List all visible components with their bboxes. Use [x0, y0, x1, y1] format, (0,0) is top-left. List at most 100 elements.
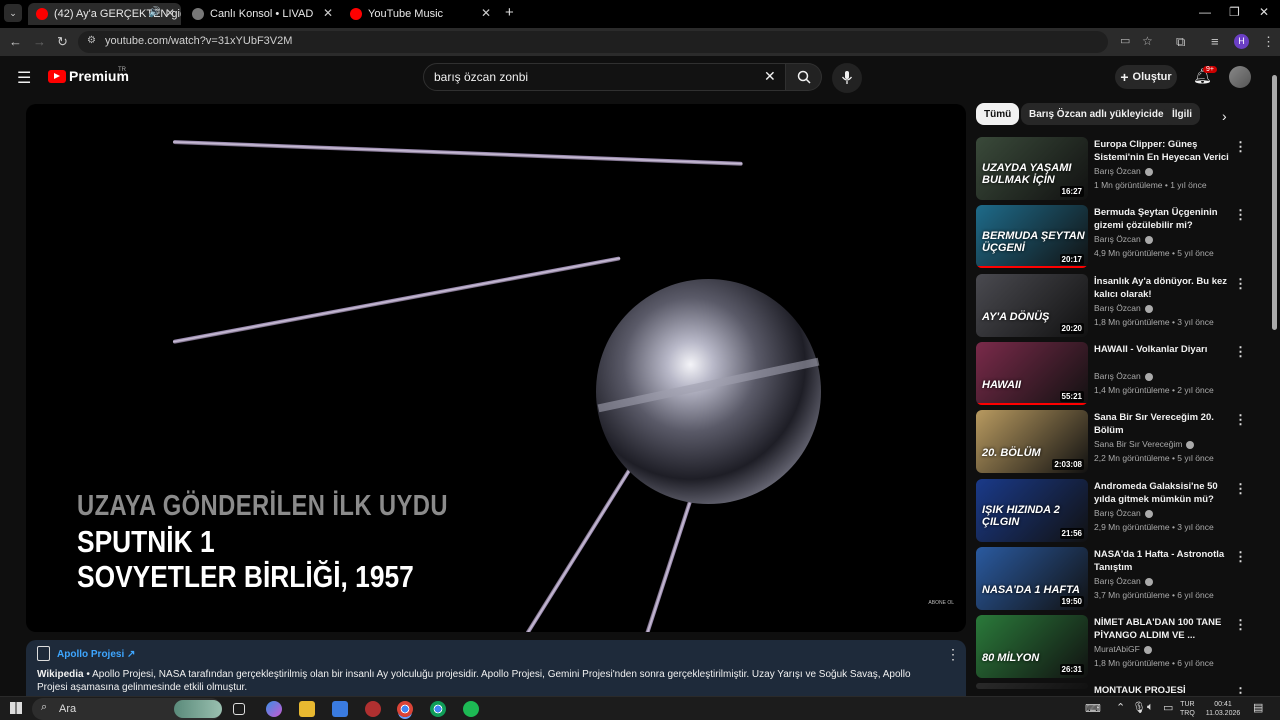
- speaker-icon[interactable]: 🔊: [149, 7, 161, 18]
- recommendation-item[interactable]: UZAYDA YAŞAMI BULMAK İÇİN 16:27 Europa Cli…: [976, 137, 1247, 201]
- chrome-icon[interactable]: [397, 701, 413, 717]
- keyboard-icon[interactable]: ⌨: [1085, 702, 1101, 715]
- recommendation-item[interactable]: IŞIK HIZINDA 2 ÇILGIN 21:56 Andromeda Gala…: [976, 479, 1247, 543]
- recommendation-item[interactable]: MONTAUK PROJESİ ⋮: [976, 683, 1247, 700]
- voice-search-button[interactable]: [832, 63, 862, 93]
- info-panel-title[interactable]: Apollo Projesi ↗: [57, 649, 135, 660]
- browser-menu-icon[interactable]: ⋮: [1262, 34, 1275, 50]
- task-view-icon[interactable]: [233, 703, 245, 715]
- video-thumbnail[interactable]: IŞIK HIZINDA 2 ÇILGIN 21:56: [976, 479, 1088, 542]
- recommendation-channel[interactable]: MuratAbiGF: [1094, 644, 1152, 654]
- reload-icon[interactable]: ↻: [57, 34, 68, 50]
- tray-chevron-icon[interactable]: ⌃: [1116, 701, 1125, 714]
- recommendation-channel[interactable]: Barış Özcan: [1094, 576, 1153, 586]
- video-thumbnail[interactable]: UZAYDA YAŞAMI BULMAK İÇİN 16:27: [976, 137, 1088, 200]
- minimize-icon[interactable]: —: [1199, 5, 1211, 19]
- tab-youtube-video[interactable]: (42) Ay'a GERÇEKTEN gidildi 🔊 ✕: [28, 3, 181, 25]
- spotify-icon[interactable]: [463, 701, 479, 717]
- recommendation-item[interactable]: HAWAII 55:21 HAWAII - Volkanlar Diyarı Barı…: [976, 342, 1247, 406]
- scrollbar-thumb[interactable]: [1272, 75, 1277, 330]
- more-actions-icon[interactable]: ⋮: [1234, 617, 1247, 633]
- video-thumbnail[interactable]: [976, 683, 1088, 689]
- hamburger-menu-icon[interactable]: ☰: [17, 68, 31, 88]
- video-thumbnail[interactable]: AY'A DÖNÜŞ 20:20: [976, 274, 1088, 337]
- video-thumbnail[interactable]: HAWAII 55:21: [976, 342, 1088, 405]
- recommendation-item[interactable]: NASA'DA 1 HAFTA 19:50 NASA'da 1 Hafta - As…: [976, 547, 1247, 611]
- youtube-logo-icon[interactable]: [48, 70, 66, 83]
- recommendation-channel[interactable]: Barış Özcan: [1094, 166, 1153, 176]
- recommendation-item[interactable]: AY'A DÖNÜŞ 20:20 İnsanlık Ay'a dönüyor. Bu…: [976, 274, 1247, 338]
- profile-avatar[interactable]: H: [1234, 34, 1249, 49]
- display-tray-icon[interactable]: ▭: [1163, 701, 1173, 714]
- extensions-icon[interactable]: ⧉: [1176, 34, 1185, 50]
- bookmark-star-icon[interactable]: ☆: [1142, 34, 1153, 48]
- recommendation-title[interactable]: NASA'da 1 Hafta - Astronotla Tanıştım: [1094, 548, 1230, 574]
- app-icon[interactable]: [365, 701, 381, 717]
- close-tab-icon[interactable]: ✕: [165, 6, 175, 20]
- recommendation-item[interactable]: BERMUDA ŞEYTAN ÜÇGENİ 20:17 Bermuda Şeytan…: [976, 205, 1247, 269]
- recommendation-channel[interactable]: Barış Özcan: [1094, 234, 1153, 244]
- forward-icon[interactable]: →: [33, 34, 46, 49]
- site-info-icon[interactable]: ⚙: [87, 35, 96, 46]
- verified-badge-icon: [1144, 304, 1153, 313]
- recommendation-channel[interactable]: Barış Özcan: [1094, 303, 1153, 313]
- chrome-alt-icon[interactable]: [430, 701, 446, 717]
- more-actions-icon[interactable]: ⋮: [1234, 412, 1247, 428]
- recommendation-title[interactable]: HAWAII - Volkanlar Diyarı: [1094, 343, 1230, 356]
- account-avatar[interactable]: [1229, 66, 1251, 88]
- recommendation-channel[interactable]: Barış Özcan: [1094, 508, 1153, 518]
- recommendation-channel[interactable]: Barış Özcan: [1094, 371, 1153, 381]
- video-thumbnail[interactable]: 20. BÖLÜM 2:03:08: [976, 410, 1088, 473]
- store-icon[interactable]: [332, 701, 348, 717]
- tab-youtube-music[interactable]: YouTube Music ✕: [342, 3, 497, 25]
- copilot-icon[interactable]: [266, 701, 282, 717]
- new-tab-button[interactable]: +: [505, 4, 514, 21]
- chips-next-icon[interactable]: ›: [1222, 108, 1227, 124]
- recommendation-title[interactable]: Sana Bir Sır Vereceğim 20. Bölüm: [1094, 411, 1230, 437]
- video-thumbnail[interactable]: NASA'DA 1 HAFTA 19:50: [976, 547, 1088, 610]
- create-button[interactable]: + Oluştur: [1115, 65, 1177, 89]
- video-thumbnail[interactable]: 80 MİLYON 26:31: [976, 615, 1088, 678]
- windows-start-icon[interactable]: [10, 702, 22, 714]
- recommendation-title[interactable]: Bermuda Şeytan Üçgeninin gizemi çözülebi…: [1094, 206, 1230, 232]
- info-panel-menu-icon[interactable]: ⋮: [946, 646, 960, 663]
- recommendation-title[interactable]: İnsanlık Ay'a dönüyor. Bu kez kalıcı ola…: [1094, 275, 1230, 301]
- clear-search-icon[interactable]: ✕: [764, 68, 776, 85]
- more-actions-icon[interactable]: ⋮: [1234, 276, 1247, 292]
- more-actions-icon[interactable]: ⋮: [1234, 481, 1247, 497]
- speaker-tray-icon[interactable]: 🔈︎: [1147, 701, 1154, 714]
- recommendation-item[interactable]: 20. BÖLÜM 2:03:08 Sana Bir Sır Vereceğim 2…: [976, 410, 1247, 474]
- search-input[interactable]: barış özcan zonbi ✕: [423, 63, 786, 91]
- video-player[interactable]: UZAYA GÖNDERİLEN İLK UYDU SPUTNİK 1 SOVY…: [26, 104, 966, 632]
- close-tab-icon[interactable]: ✕: [481, 6, 491, 20]
- cast-icon[interactable]: ▭: [1120, 34, 1130, 47]
- tab-list-button[interactable]: ⌄: [4, 4, 22, 22]
- video-thumbnail[interactable]: BERMUDA ŞEYTAN ÜÇGENİ 20:17: [976, 205, 1088, 268]
- more-actions-icon[interactable]: ⋮: [1234, 139, 1247, 155]
- notification-center-icon[interactable]: ▤: [1253, 701, 1263, 714]
- back-icon[interactable]: ←: [9, 34, 22, 49]
- input-language[interactable]: TUR TRQ: [1180, 700, 1195, 718]
- restore-icon[interactable]: ❐: [1229, 5, 1240, 19]
- recommendation-title[interactable]: Andromeda Galaksisi'ne 50 yılda gitmek m…: [1094, 480, 1230, 506]
- close-tab-icon[interactable]: ✕: [323, 6, 333, 20]
- chip-all[interactable]: Tümü: [976, 103, 1020, 125]
- tab-livad[interactable]: Canlı Konsol • LIVAD ✕: [184, 3, 339, 25]
- close-window-icon[interactable]: ✕: [1259, 5, 1269, 19]
- more-actions-icon[interactable]: ⋮: [1234, 549, 1247, 565]
- file-explorer-icon[interactable]: [299, 701, 315, 717]
- search-button[interactable]: [786, 63, 822, 91]
- reading-list-icon[interactable]: ≡: [1211, 34, 1219, 49]
- recommendation-title[interactable]: NİMET ABLA'DAN 100 TANE PİYANGO ALDIM VE…: [1094, 616, 1230, 642]
- microphone-tray-icon[interactable]: 🎙︎: [1132, 701, 1146, 714]
- recommendation-channel[interactable]: Sana Bir Sır Vereceğim: [1094, 439, 1195, 449]
- recommendation-title[interactable]: Europa Clipper: Güneş Sistemi'nin En Hey…: [1094, 138, 1230, 165]
- taskbar-search[interactable]: ⌕ Ara: [32, 698, 222, 720]
- chip-from-uploader[interactable]: Barış Özcan adlı yükleyiciden: [1021, 103, 1178, 125]
- more-actions-icon[interactable]: ⋮: [1234, 207, 1247, 223]
- recommendation-item[interactable]: 80 MİLYON 26:31 NİMET ABLA'DAN 100 TANE Pİ…: [976, 615, 1247, 679]
- clock[interactable]: 00:41 11.03.2026: [1203, 700, 1243, 718]
- more-actions-icon[interactable]: ⋮: [1234, 344, 1247, 360]
- address-bar[interactable]: ⚙ youtube.com/watch?v=31xYUbF3V2M ▭ ☆: [78, 31, 1153, 53]
- chip-related[interactable]: İlgili: [1164, 103, 1200, 125]
